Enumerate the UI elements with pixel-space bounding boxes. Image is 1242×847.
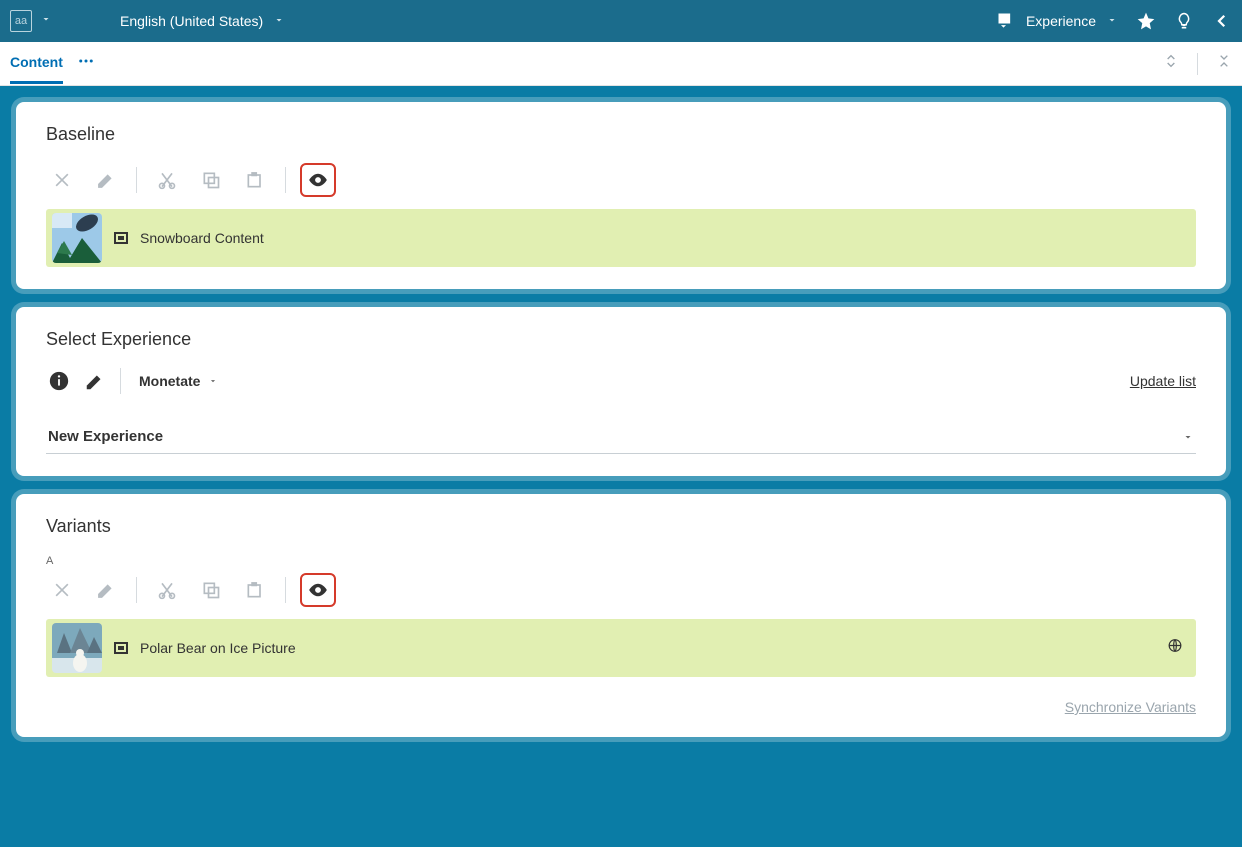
workspace: Baseline	[0, 86, 1242, 847]
edit-button[interactable]	[82, 368, 108, 394]
select-experience-panel: Select Experience Monetate Update list N…	[16, 307, 1226, 476]
select-experience-title: Select Experience	[46, 329, 1196, 350]
language-label: English (United States)	[120, 13, 263, 29]
toolbar-divider	[120, 368, 121, 394]
collapse-chevron-icon[interactable]	[1212, 11, 1232, 31]
baseline-content-row[interactable]: Snowboard Content	[46, 209, 1196, 267]
toolbar-divider	[285, 167, 286, 193]
experience-menu[interactable]: Experience	[996, 11, 1118, 31]
snowboard-thumbnail	[52, 213, 102, 263]
provider-label: Monetate	[139, 373, 200, 389]
update-list-link[interactable]: Update list	[1130, 373, 1196, 389]
baseline-toolbar	[46, 163, 1196, 197]
copy-button[interactable]	[195, 164, 227, 196]
app-dropdown-chevron-icon[interactable]	[40, 12, 52, 30]
cut-button[interactable]	[151, 164, 183, 196]
toolbar-divider	[285, 577, 286, 603]
toolbar-divider	[136, 577, 137, 603]
variant-letter-label: A	[46, 555, 1196, 567]
variants-toolbar	[46, 573, 1196, 607]
chevron-down-icon	[273, 13, 285, 29]
experience-label: Experience	[1026, 13, 1096, 29]
cut-button[interactable]	[151, 574, 183, 606]
edit-button[interactable]	[90, 574, 122, 606]
tab-content[interactable]: Content	[10, 43, 63, 84]
synchronize-variants-link[interactable]: Synchronize Variants	[46, 699, 1196, 715]
delete-button[interactable]	[46, 574, 78, 606]
info-button[interactable]	[46, 368, 72, 394]
baseline-item-label: Snowboard Content	[140, 230, 264, 246]
expand-vert-icon[interactable]	[1163, 51, 1179, 76]
baseline-title: Baseline	[46, 124, 1196, 145]
content-type-icon	[114, 642, 128, 654]
lightbulb-icon[interactable]	[1174, 11, 1194, 31]
variant-item-label: Polar Bear on Ice Picture	[140, 640, 296, 656]
paste-button[interactable]	[239, 574, 271, 606]
baseline-panel: Baseline	[16, 102, 1226, 289]
star-icon[interactable]	[1136, 11, 1156, 31]
variants-panel: Variants A	[16, 494, 1226, 737]
topbar-right: Experience	[996, 11, 1232, 31]
preview-button[interactable]	[300, 573, 336, 607]
experience-toolbar: Monetate Update list	[46, 368, 1196, 394]
edit-button[interactable]	[90, 164, 122, 196]
top-bar: aa English (United States) Experience	[0, 0, 1242, 42]
experience-icon	[996, 11, 1016, 31]
experience-select-label: New Experience	[48, 428, 163, 445]
preview-button[interactable]	[300, 163, 336, 197]
experience-select-field[interactable]: New Experience	[46, 420, 1196, 454]
chevron-down-icon	[1106, 13, 1118, 29]
paste-button[interactable]	[239, 164, 271, 196]
divider	[1197, 53, 1198, 75]
language-selector[interactable]: English (United States)	[120, 13, 285, 29]
tabbar-left: Content	[10, 43, 95, 84]
globe-icon	[1168, 639, 1182, 658]
content-type-icon	[114, 232, 128, 244]
more-tabs-icon[interactable]	[77, 52, 95, 75]
topbar-left: aa English (United States)	[10, 10, 285, 32]
tabbar-right	[1163, 51, 1232, 76]
toolbar-divider	[136, 167, 137, 193]
copy-button[interactable]	[195, 574, 227, 606]
collapse-vert-icon[interactable]	[1216, 51, 1232, 76]
delete-button[interactable]	[46, 164, 78, 196]
provider-dropdown[interactable]: Monetate	[139, 373, 218, 389]
tab-bar: Content	[0, 42, 1242, 86]
app-logo[interactable]: aa	[10, 10, 32, 32]
app-logo-text: aa	[15, 15, 27, 27]
variants-title: Variants	[46, 516, 1196, 537]
polar-bear-thumbnail	[52, 623, 102, 673]
variant-content-row[interactable]: Polar Bear on Ice Picture	[46, 619, 1196, 677]
